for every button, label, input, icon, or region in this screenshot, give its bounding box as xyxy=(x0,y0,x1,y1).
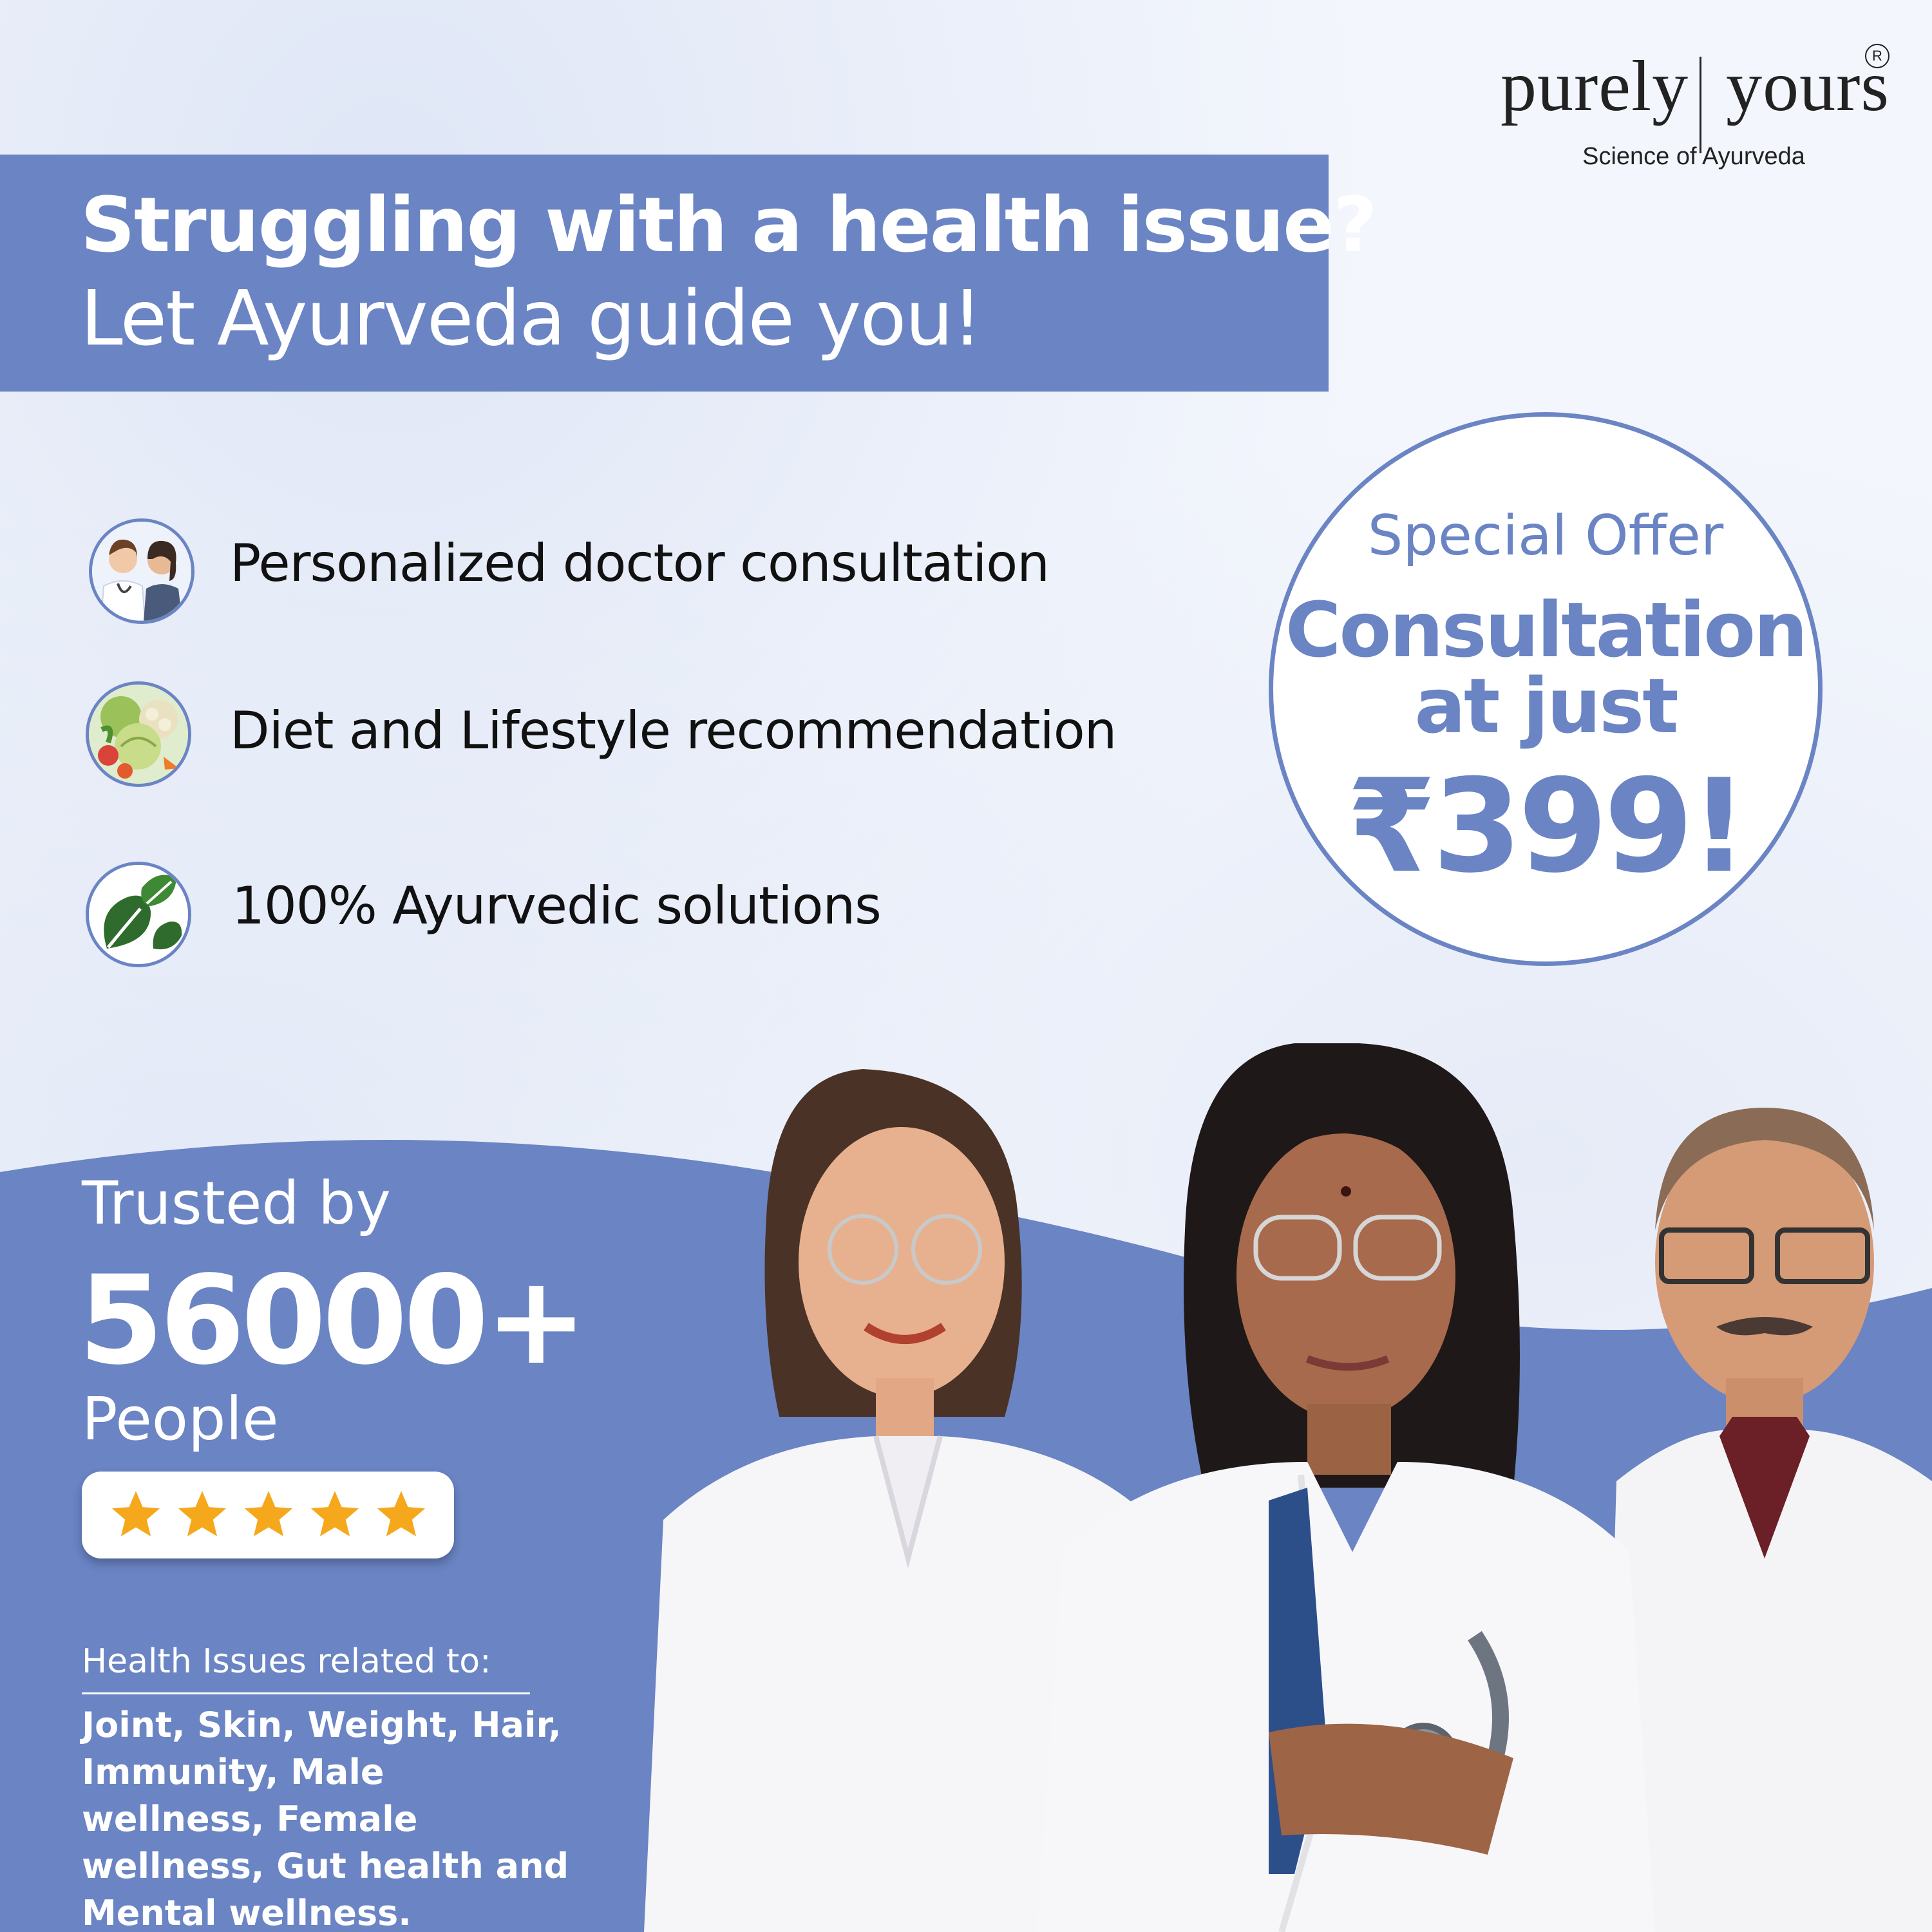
offer-label: Special Offer xyxy=(1367,504,1724,568)
star-icon xyxy=(377,1491,426,1537)
doctor-portrait-female-center xyxy=(1037,1043,1655,1932)
feature-ayurvedic-solutions: 100% Ayurvedic solutions xyxy=(232,876,882,936)
brand-divider xyxy=(1700,57,1701,153)
offer-subtitle: at just xyxy=(1414,661,1678,750)
health-issues-list: Joint, Skin, Weight, Hair, Immunity, Mal… xyxy=(82,1705,569,1932)
health-issues-label: Health Issues related to: xyxy=(82,1642,491,1681)
brand-wordmark: purely yours xyxy=(1501,45,1889,128)
headline-banner: Struggling with a health issue? Let Ayur… xyxy=(0,155,1378,392)
star-icon xyxy=(111,1491,160,1537)
health-issues-divider xyxy=(82,1692,530,1694)
feature-consultation: Personalized doctor consultation xyxy=(230,533,1050,593)
star-icon xyxy=(178,1491,227,1537)
registered-mark: R xyxy=(1865,44,1889,68)
brand-tagline: Science of Ayurveda xyxy=(1582,143,1805,170)
headline-subtitle: Let Ayurveda guide you! xyxy=(80,274,983,363)
star-icon xyxy=(310,1491,359,1537)
trusted-unit: People xyxy=(82,1385,279,1454)
offer-price: ₹399! xyxy=(1347,752,1748,902)
trusted-count: 56000+ xyxy=(79,1249,587,1392)
rating-stars-box xyxy=(82,1472,454,1558)
brand-name-left: purely xyxy=(1501,46,1689,126)
leaves-icon xyxy=(86,862,191,967)
trusted-by-label: Trusted by xyxy=(82,1169,391,1238)
doctor-consultation-icon xyxy=(89,518,194,624)
ad-canvas: purely yours R Science of Ayurveda Strug… xyxy=(0,0,1932,1932)
headline-title: Struggling with a health issue? xyxy=(80,180,1378,269)
star-icon xyxy=(244,1491,293,1537)
vegetables-icon xyxy=(86,681,191,787)
brand-logo[interactable]: purely yours R Science of Ayurveda xyxy=(1501,26,1889,180)
special-offer-badge[interactable]: Special Offer Consultation at just ₹399! xyxy=(1269,412,1823,966)
feature-diet-lifestyle: Diet and Lifestyle recommendation xyxy=(230,701,1117,761)
